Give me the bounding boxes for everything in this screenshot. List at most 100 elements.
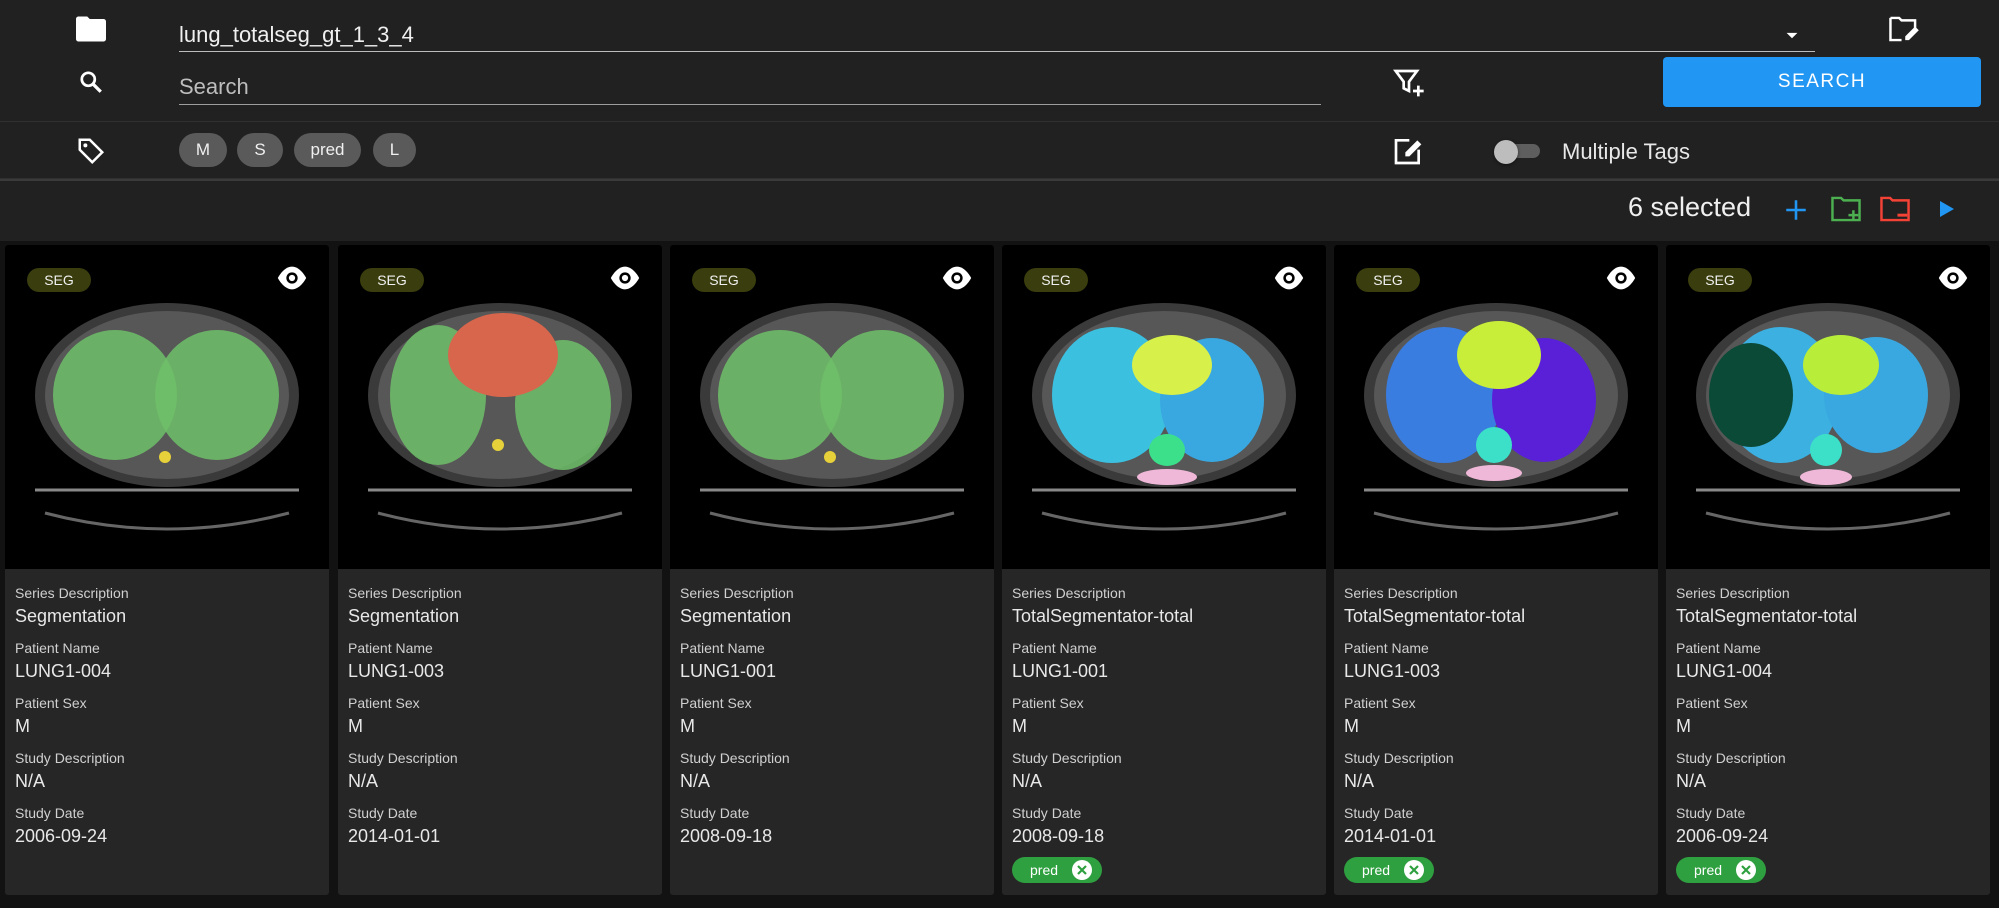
filter-add-icon[interactable] [1392,66,1426,100]
field-value-series-description: TotalSegmentator-total [1676,606,1858,626]
field-value-patient-sex: M [680,716,695,736]
close-icon[interactable] [1404,860,1424,880]
field-label-patient-sex: Patient Sex [680,695,752,711]
series-thumbnail[interactable]: SEG [1666,245,1990,569]
eye-icon[interactable] [1272,265,1306,291]
eye-icon[interactable] [1936,265,1970,291]
field-value-study-date: 2008-09-18 [1012,826,1105,846]
field-value-series-description: Segmentation [348,606,460,626]
field-label-patient-sex: Patient Sex [1344,695,1416,711]
field-value-patient-sex: M [1344,716,1359,736]
modality-badge: SEG [360,268,424,292]
field-value-patient-sex: M [15,716,30,736]
modality-badge: SEG [692,268,756,292]
eye-icon[interactable] [275,265,309,291]
pred-tag-chip[interactable]: pred [1344,857,1434,883]
field-value-patient-sex: M [1012,716,1027,736]
search-button[interactable]: SEARCH [1663,57,1981,107]
eye-icon[interactable] [1604,265,1638,291]
tag-icon [74,134,108,168]
field-label-study-date: Study Date [680,805,750,821]
field-label-patient-name: Patient Name [680,640,765,656]
tag-chip-label: pred [1030,862,1059,878]
selected-count: 6 selected [1628,192,1752,222]
tag-chip-l[interactable]: L [373,133,416,167]
tag-chip-s[interactable]: S [237,133,283,167]
modality-badge: SEG [1688,268,1752,292]
tag-chip-m[interactable]: M [179,133,227,167]
series-thumbnail[interactable]: SEG [5,245,329,569]
add-to-folder-icon[interactable] [1829,193,1863,225]
series-thumbnail[interactable]: SEG [670,245,994,569]
chevron-down-icon [1779,22,1805,48]
field-label-study-description: Study Description [1676,750,1786,766]
tag-chip-pred[interactable]: pred [294,133,361,167]
modality-badge: SEG [27,268,91,292]
field-value-patient-sex: M [1676,716,1691,736]
field-label-patient-name: Patient Name [1012,640,1097,656]
field-value-study-description: N/A [348,771,379,791]
field-value-patient-name: LUNG1-004 [15,661,112,681]
play-icon[interactable] [1930,193,1962,225]
field-value-study-date: 2006-09-24 [1676,826,1769,846]
search-field[interactable] [179,70,1321,104]
edit-tags-icon[interactable] [1391,134,1425,168]
edit-folder-icon[interactable] [1887,13,1921,45]
field-label-study-description: Study Description [1012,750,1122,766]
modality-badge: SEG [1356,268,1420,292]
eye-icon[interactable] [608,265,642,291]
close-icon[interactable] [1072,860,1092,880]
series-card[interactable]: SEG Series Description TotalSegmentator-to… [1002,245,1326,895]
field-label-series-description: Series Description [680,585,794,601]
field-label-study-description: Study Description [15,750,125,766]
field-value-patient-sex: M [348,716,363,736]
close-icon[interactable] [1736,860,1756,880]
series-thumbnail[interactable]: SEG [1002,245,1326,569]
field-label-patient-sex: Patient Sex [15,695,87,711]
add-icon[interactable] [1780,194,1812,226]
remove-from-folder-icon[interactable] [1878,193,1912,225]
field-value-study-date: 2014-01-01 [348,826,441,846]
field-value-study-description: N/A [1344,771,1375,791]
series-metadata: Series Description TotalSegmentator-total… [1344,585,1648,860]
series-metadata: Series Description Segmentation Patient Na… [15,585,319,860]
field-value-patient-name: LUNG1-001 [1012,661,1109,681]
tag-chip-label: pred [1362,862,1391,878]
series-card[interactable]: SEG Series Description Segmentation Patient… [670,245,994,895]
field-value-patient-name: LUNG1-001 [680,661,777,681]
field-label-study-date: Study Date [1344,805,1414,821]
series-thumbnail[interactable]: SEG [1334,245,1658,569]
series-thumbnail[interactable]: SEG [338,245,662,569]
field-label-study-description: Study Description [1344,750,1454,766]
field-label-series-description: Series Description [1012,585,1126,601]
eye-icon[interactable] [940,265,974,291]
field-label-study-date: Study Date [1676,805,1746,821]
field-value-study-description: N/A [15,771,46,791]
pred-tag-chip[interactable]: pred [1676,857,1766,883]
series-card[interactable]: SEG Series Description Segmentation Patient… [338,245,662,895]
series-metadata: Series Description Segmentation Patient Na… [680,585,984,860]
field-value-study-date: 2006-09-24 [15,826,108,846]
field-value-study-description: N/A [1012,771,1043,791]
multiple-tags-label: Multiple Tags [1562,139,1690,164]
series-metadata: Series Description Segmentation Patient Na… [348,585,652,860]
field-value-study-description: N/A [1676,771,1707,791]
search-icon [75,66,107,98]
series-metadata: Series Description TotalSegmentator-total… [1676,585,1980,860]
series-card[interactable]: SEG Series Description TotalSegmentator-to… [1666,245,1990,895]
series-card[interactable]: SEG Series Description TotalSegmentator-to… [1334,245,1658,895]
pred-tag-chip[interactable]: pred [1012,857,1102,883]
field-label-patient-sex: Patient Sex [1012,695,1084,711]
field-label-series-description: Series Description [15,585,129,601]
field-label-patient-name: Patient Name [348,640,433,656]
dataset-select[interactable]: lung_totalseg_gt_1_3_4 [179,18,1815,52]
dataset-select-value: lung_totalseg_gt_1_3_4 [179,22,414,47]
field-value-study-description: N/A [680,771,711,791]
series-metadata: Series Description TotalSegmentator-total… [1012,585,1316,860]
series-grid: SEG Series Description Segmentation Patient… [5,245,1999,908]
field-label-series-description: Series Description [1676,585,1790,601]
series-card[interactable]: SEG Series Description Segmentation Patient… [5,245,329,895]
field-label-study-description: Study Description [680,750,790,766]
multiple-tags-toggle[interactable] [1494,140,1544,164]
search-input[interactable] [179,70,1321,105]
